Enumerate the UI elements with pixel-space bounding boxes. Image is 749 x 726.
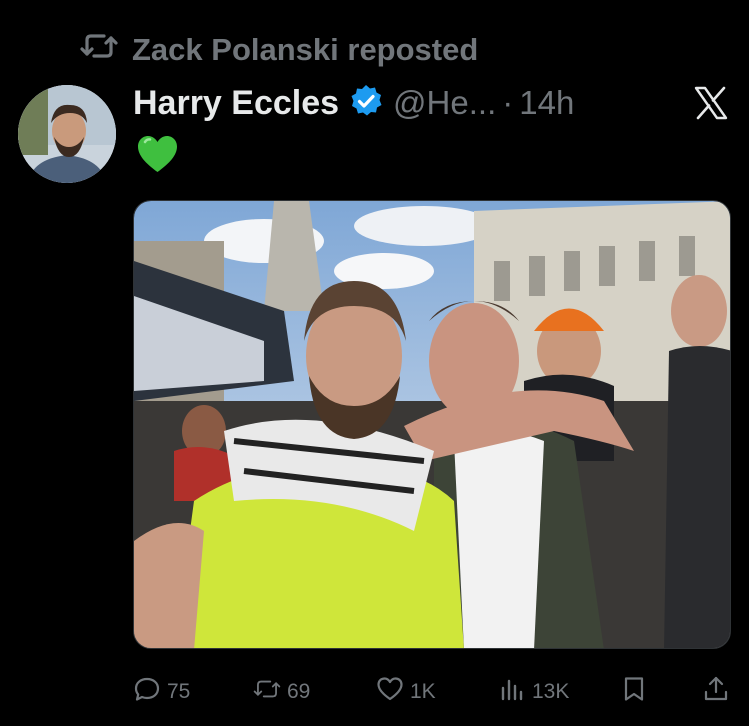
views-button[interactable]: 13K: [498, 672, 569, 712]
reply-count: 75: [167, 680, 191, 703]
repost-button[interactable]: 69: [253, 672, 310, 712]
like-button[interactable]: 1K: [376, 672, 436, 712]
reply-button[interactable]: 75: [133, 672, 190, 712]
avatar[interactable]: [18, 85, 116, 183]
verified-badge-icon: [339, 83, 393, 124]
bookmark-button[interactable]: [620, 672, 648, 712]
tweet-card: Zack Polanski reposted Harry Eccles @He.…: [0, 0, 749, 726]
repost-count: 69: [287, 680, 311, 703]
author-handle[interactable]: @He...: [393, 84, 496, 122]
reply-icon: [133, 675, 161, 709]
action-bar: 75 69 1K 13K: [0, 672, 749, 712]
separator-dot: ·: [502, 84, 514, 121]
views-chart-icon: [498, 675, 526, 709]
author-name[interactable]: Harry Eccles: [133, 84, 339, 123]
repost-icon: [253, 675, 281, 709]
x-logo-icon[interactable]: [694, 86, 728, 120]
views-count: 13K: [532, 680, 570, 703]
timestamp[interactable]: 14h: [519, 84, 574, 122]
repost-icon: [80, 30, 118, 70]
share-button[interactable]: [702, 672, 730, 712]
share-icon: [702, 675, 730, 709]
heart-icon: [376, 675, 404, 709]
tweet-photo[interactable]: [133, 200, 731, 649]
green-heart-emoji: [135, 132, 180, 177]
tweet-header: Harry Eccles @He... · 14h: [133, 78, 574, 128]
like-count: 1K: [410, 680, 436, 703]
repost-indicator[interactable]: Zack Polanski reposted: [80, 30, 478, 70]
repost-label: Zack Polanski reposted: [132, 32, 479, 67]
bookmark-icon: [620, 675, 648, 709]
